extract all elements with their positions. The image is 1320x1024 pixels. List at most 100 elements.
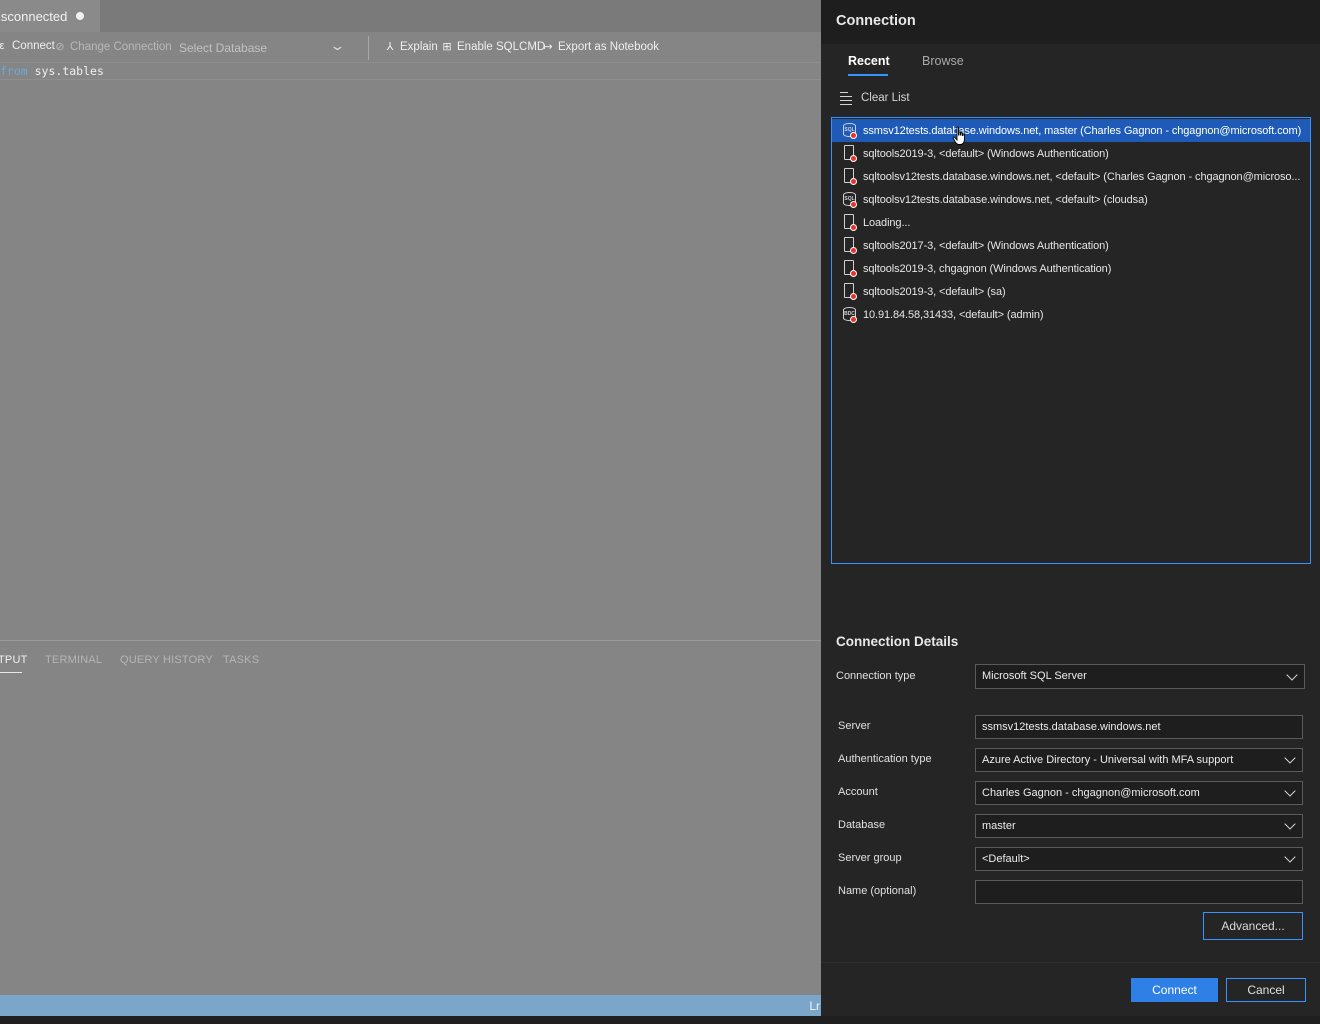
recent-connection-item[interactable]: SQL sqltoolsv12tests.database.windows.net…: [832, 188, 1310, 211]
clear-list-label: Clear List: [861, 92, 910, 104]
tab-query-history[interactable]: QUERY HISTORY: [120, 654, 213, 666]
connection-type-value: Microsoft SQL Server: [982, 670, 1087, 682]
hand-cursor-icon: [952, 126, 965, 145]
server-icon: [843, 168, 857, 185]
select-database-dropdown[interactable]: Select Database ⌄: [171, 37, 351, 57]
recent-connection-item[interactable]: BDC 10.91.84.58,31433, <default> (admin): [832, 303, 1310, 326]
export-notebook-label: Export as Notebook: [558, 40, 660, 53]
disconnected-badge-icon: [850, 316, 857, 323]
account-value: Charles Gagnon - chgagnon@microsoft.com: [982, 787, 1200, 799]
cancel-button[interactable]: Cancel: [1226, 978, 1306, 1002]
enable-sqlcmd-button[interactable]: ⊞ Enable SQLCMD: [441, 40, 546, 54]
authentication-type-dropdown[interactable]: Azure Active Directory - Universal with …: [975, 748, 1303, 772]
chevron-down-icon: [1286, 669, 1298, 681]
clear-list-button[interactable]: Clear List: [840, 91, 910, 105]
server-icon: [843, 145, 857, 162]
server-group-label: Server group: [838, 852, 902, 864]
recent-connection-label: ssmsv12tests.database.windows.net, maste…: [863, 124, 1302, 137]
editor-tab[interactable]: isconnected: [0, 0, 100, 32]
name-input[interactable]: [975, 880, 1303, 904]
explain-label: Explain: [400, 40, 438, 53]
recent-connection-label: sqltools2019-3, chgagnon (Windows Authen…: [863, 262, 1112, 275]
dialog-header: Connection: [821, 0, 1320, 44]
azure-sql-icon: SQL: [843, 122, 857, 139]
chevron-down-icon: [1284, 818, 1296, 830]
server-icon: [843, 283, 857, 300]
recent-connection-item[interactable]: sqltools2019-3, <default> (sa): [832, 280, 1310, 303]
plug-icon: ε: [0, 40, 5, 52]
recent-connection-item[interactable]: Loading...: [832, 211, 1310, 234]
sqlcmd-icon: ⊞: [442, 41, 452, 53]
code-line[interactable]: from sys.tables: [0, 62, 821, 80]
connect-label: Connect: [12, 40, 55, 52]
unsaved-dot-icon: [76, 12, 85, 20]
server-icon: [843, 237, 857, 254]
account-dropdown[interactable]: Charles Gagnon - chgagnon@microsoft.com: [975, 781, 1303, 805]
clear-list-icon: [840, 91, 854, 105]
database-value: master: [982, 820, 1016, 832]
recent-connections-list: SQL ssmsv12tests.database.windows.net, ma…: [831, 117, 1311, 564]
chevron-down-icon: [1284, 752, 1296, 764]
authentication-type-value: Azure Active Directory - Universal with …: [982, 754, 1234, 766]
tab-browse[interactable]: Browse: [922, 54, 964, 68]
tab-terminal[interactable]: TERMINAL: [45, 654, 102, 666]
recent-connection-item[interactable]: sqltools2019-3, <default> (Windows Authe…: [832, 142, 1310, 165]
account-label: Account: [838, 786, 878, 798]
server-label: Server: [838, 720, 871, 732]
connection-type-dropdown[interactable]: Microsoft SQL Server: [975, 664, 1305, 689]
window-bottom-edge: [0, 1016, 1320, 1024]
dialog-footer-divider: [821, 962, 1320, 963]
recent-connection-item[interactable]: sqltools2017-3, <default> (Windows Authe…: [832, 234, 1310, 257]
connect-button[interactable]: ε Connect: [0, 40, 55, 52]
recent-connection-label: sqltools2019-3, <default> (sa): [863, 285, 1006, 298]
recent-connection-label: sqltools2017-3, <default> (Windows Authe…: [863, 239, 1109, 252]
recent-connection-item[interactable]: sqltools2019-3, chgagnon (Windows Authen…: [832, 257, 1310, 280]
connection-type-label: Connection type: [836, 670, 916, 682]
tab-output[interactable]: TPUT: [0, 654, 28, 666]
change-connection-button[interactable]: ⊘ Change Connection: [54, 40, 172, 54]
disconnected-badge-icon: [850, 270, 857, 277]
disconnected-badge-icon: [850, 178, 857, 185]
editor-tab-title: isconnected: [0, 8, 68, 24]
recent-connection-label: sqltools2019-3, <default> (Windows Authe…: [863, 147, 1109, 160]
disconnected-badge-icon: [850, 293, 857, 300]
recent-connection-item[interactable]: sqltoolsv12tests.database.windows.net, <…: [832, 165, 1310, 188]
select-database-label: Select Database: [179, 41, 268, 55]
authentication-type-label: Authentication type: [838, 753, 932, 765]
disconnected-badge-icon: [850, 224, 857, 231]
server-input[interactable]: ssmsv12tests.database.windows.net: [975, 715, 1303, 739]
disconnected-badge-icon: [850, 155, 857, 162]
export-notebook-button[interactable]: ↦ Export as Notebook: [542, 40, 660, 54]
server-icon: [843, 214, 857, 231]
server-value: ssmsv12tests.database.windows.net: [982, 721, 1161, 733]
change-connection-icon: ⊘: [55, 41, 65, 53]
recent-connection-label: Loading...: [863, 216, 911, 229]
explain-button[interactable]: ⅄ Explain: [384, 40, 438, 54]
tab-recent[interactable]: Recent: [848, 54, 890, 68]
chevron-down-icon: [1284, 851, 1296, 863]
editor-tab-bar: isconnected: [0, 0, 821, 32]
advanced-button[interactable]: Advanced...: [1203, 912, 1303, 940]
azure-sql-icon: SQL: [843, 191, 857, 208]
query-toolbar: ε Connect ⊘ Change Connection ⅄ Explain …: [0, 33, 821, 61]
change-connection-label: Change Connection: [70, 40, 172, 53]
recent-connection-label: sqltoolsv12tests.database.windows.net, <…: [863, 193, 1148, 206]
disconnected-badge-icon: [850, 201, 857, 208]
server-group-dropdown[interactable]: <Default>: [975, 847, 1303, 871]
connection-dialog: Connection Recent Browse Clear List SQL s…: [821, 0, 1320, 1016]
recent-connection-item[interactable]: SQL ssmsv12tests.database.windows.net, ma…: [832, 119, 1310, 142]
chevron-down-icon: [1284, 785, 1296, 797]
active-tab-underline: [0, 672, 22, 673]
database-label: Database: [838, 819, 886, 831]
database-dropdown[interactable]: master: [975, 814, 1303, 838]
chevron-down-icon: ⌄: [329, 38, 346, 53]
enable-sqlcmd-label: Enable SQLCMD: [457, 40, 546, 53]
toolbar-separator: [368, 36, 369, 60]
tab-tasks[interactable]: TASKS: [223, 654, 259, 666]
query-editor-pane: isconnected ε Connect ⊘ Change Connectio…: [0, 0, 821, 1024]
status-bar: Lr: [0, 995, 821, 1016]
sql-text: sys.tables: [27, 64, 104, 78]
explain-icon: ⅄: [386, 41, 394, 53]
connect-button[interactable]: Connect: [1131, 978, 1218, 1002]
sql-keyword: from: [0, 64, 28, 78]
